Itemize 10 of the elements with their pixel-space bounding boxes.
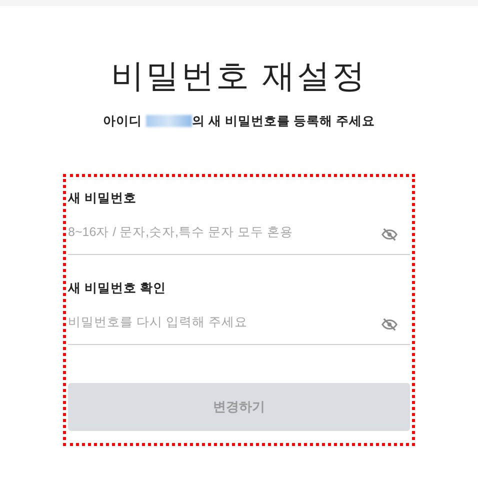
field-label: 새 비밀번호 확인	[68, 280, 167, 297]
eye-off-icon[interactable]	[381, 226, 398, 243]
field-label: 새 비밀번호	[68, 190, 138, 207]
redacted-id	[146, 115, 192, 128]
subtitle-text: 아이디	[103, 113, 142, 130]
subtitle-text: 의 새 비밀번호를 등록해 주세요	[192, 113, 375, 130]
password-field[interactable]: 비밀번호를 다시 입력해 주세요	[68, 312, 381, 332]
page-title: 비밀번호 재설정	[110, 56, 368, 96]
password-field[interactable]: 8~16자 / 문자,숫자,특수 문자 모두 혼용	[68, 222, 381, 242]
eye-off-icon[interactable]	[381, 316, 398, 333]
